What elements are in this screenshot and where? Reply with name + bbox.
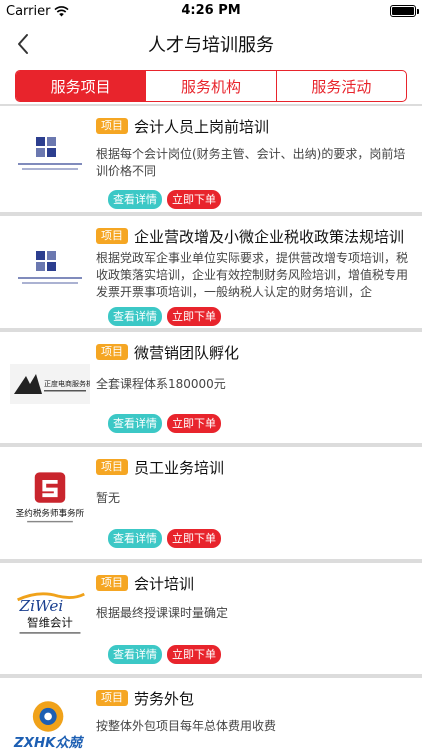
order-now-button[interactable]: 立即下单 [167, 645, 221, 664]
item-tag: 项目 [96, 459, 128, 475]
list-item[interactable]: ZXHK众兢 项目 劳务外包 按整体外包项目每年总体费用收费 [0, 674, 422, 750]
view-details-button[interactable]: 查看详情 [108, 307, 162, 326]
item-title-row: 项目 企业营改增及小微企业税收政策法规培训 [96, 225, 412, 247]
item-description: 按整体外包项目每年总体费用收费 [96, 719, 277, 733]
item-tag: 项目 [96, 575, 128, 591]
item-description: 暂无 [96, 491, 121, 505]
nav-bar: 人才与培训服务 [0, 22, 422, 66]
tab-service-items[interactable]: 服务项目 [16, 71, 146, 101]
list-item[interactable]: 正度电商服务机构 项目 微营销团队孵化 全套课程体系180000元 查看详情 立… [0, 328, 422, 443]
item-actions: 查看详情 立即下单 [108, 307, 422, 326]
item-title-row: 项目 会计培训 [96, 572, 412, 594]
item-tag: 项目 [96, 118, 128, 134]
zxhk-logo: ZXHK众兢 [10, 696, 90, 750]
view-details-button[interactable]: 查看详情 [108, 645, 162, 664]
item-content: 项目 会计培训 根据最终授课课时量确定 [96, 572, 422, 625]
item-tag: 项目 [96, 690, 128, 706]
status-left: Carrier [6, 3, 70, 19]
battery-fill [392, 7, 414, 15]
list-item[interactable]: ZiWei 智维会计 项目 会计培训 根据最终授课课时量确定 查看详情 立即下单 [0, 559, 422, 674]
view-details-button[interactable]: 查看详情 [108, 190, 162, 209]
item-title: 企业营改增及小微企业税收政策法规培训 [134, 227, 405, 246]
list-item[interactable]: 圣约税务师事务所 项目 员工业务培训 暂无 查看详情 立即下单 [0, 443, 422, 559]
item-actions: 查看详情 立即下单 [108, 414, 422, 433]
item-description: 根据党政军企事业单位实际要求，提供营改增专项培训，税收政策落实培训，企业有效控制… [96, 251, 409, 299]
wifi-icon [54, 5, 70, 16]
zxhk-logo-text: ZXHK众兢 [13, 735, 85, 750]
tab-service-agencies[interactable]: 服务机构 [145, 71, 275, 101]
zhengdu-logo: 正度电商服务机构 [10, 364, 90, 404]
item-title: 会计培训 [134, 574, 195, 593]
item-content: 项目 会计人员上岗前培训 根据每个会计岗位(财务主管、会计、出纳)的要求，岗前培… [96, 115, 422, 180]
item-content: 项目 劳务外包 按整体外包项目每年总体费用收费 [96, 687, 422, 738]
chevron-left-icon [18, 34, 28, 54]
item-title-row: 项目 员工业务培训 [96, 456, 412, 478]
order-now-button[interactable]: 立即下单 [167, 307, 221, 326]
item-content: 项目 企业营改增及小微企业税收政策法规培训 根据党政军企事业单位实际要求，提供营… [96, 225, 422, 301]
item-tag: 项目 [96, 344, 128, 360]
item-title-row: 项目 劳务外包 [96, 687, 412, 709]
order-now-button[interactable]: 立即下单 [167, 190, 221, 209]
item-content: 项目 微营销团队孵化 全套课程体系180000元 [96, 341, 422, 396]
item-title: 劳务外包 [134, 689, 195, 708]
battery-icon [390, 5, 419, 17]
tab-service-activities[interactable]: 服务活动 [275, 71, 406, 101]
item-description: 根据最终授课课时量确定 [96, 606, 229, 620]
view-details-button[interactable]: 查看详情 [108, 529, 162, 548]
item-title-row: 项目 会计人员上岗前培训 [96, 115, 412, 137]
item-title: 员工业务培训 [134, 458, 225, 477]
zhiwei-logo: ZiWei 智维会计 [10, 589, 90, 643]
item-actions: 查看详情 立即下单 [108, 645, 422, 664]
segmented-control-wrap: 服务项目 服务机构 服务活动 [0, 66, 422, 108]
carrier-label: Carrier [6, 3, 51, 19]
shengyue-logo: 圣约税务师事务所 [10, 469, 90, 529]
item-actions: 查看详情 立即下单 [108, 529, 422, 548]
segmented-control: 服务项目 服务机构 服务活动 [15, 70, 407, 102]
order-now-button[interactable]: 立即下单 [167, 414, 221, 433]
item-tag: 项目 [96, 228, 128, 244]
svg-text:ZiWei: ZiWei [19, 597, 64, 615]
item-description: 全套课程体系180000元 [96, 377, 226, 391]
zhengdu-logo-text: 正度电商服务机构 [44, 379, 90, 388]
zhiwei-logo-text: 智维会计 [27, 615, 73, 629]
back-button[interactable] [8, 28, 38, 60]
item-actions: 查看详情 立即下单 [108, 190, 422, 209]
order-now-button[interactable]: 立即下单 [167, 529, 221, 548]
view-details-button[interactable]: 查看详情 [108, 414, 162, 433]
service-list: 项目 会计人员上岗前培训 根据每个会计岗位(财务主管、会计、出纳)的要求，岗前培… [0, 104, 422, 750]
item-title: 微营销团队孵化 [134, 343, 240, 362]
zhiyue-logo [10, 132, 90, 178]
shengyue-logo-text: 圣约税务师事务所 [16, 507, 85, 519]
item-content: 项目 员工业务培训 暂无 [96, 456, 422, 510]
page-title: 人才与培训服务 [148, 35, 274, 56]
item-title: 会计人员上岗前培训 [134, 117, 270, 136]
item-description: 根据每个会计岗位(财务主管、会计、出纳)的要求，岗前培训价格不同 [96, 147, 406, 178]
list-item[interactable]: 项目 会计人员上岗前培训 根据每个会计岗位(财务主管、会计、出纳)的要求，岗前培… [0, 104, 422, 212]
list-item[interactable]: 项目 企业营改增及小微企业税收政策法规培训 根据党政军企事业单位实际要求，提供营… [0, 212, 422, 328]
zhiyue-logo [10, 246, 90, 292]
item-title-row: 项目 微营销团队孵化 [96, 341, 412, 363]
status-bar: Carrier 4:26 PM [0, 0, 422, 22]
